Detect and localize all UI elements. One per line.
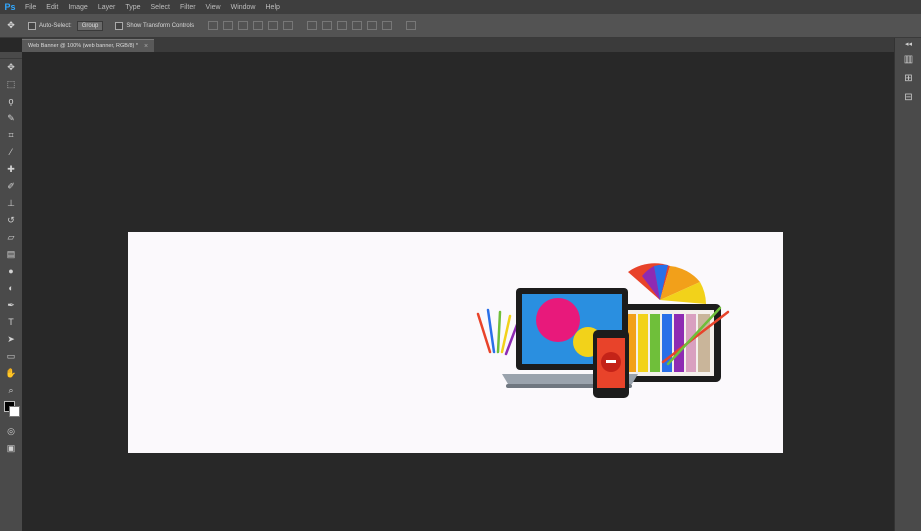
clone-stamp-tool-icon[interactable]: ⊥ (0, 195, 22, 212)
distribute-right-icon[interactable] (382, 21, 393, 30)
menu-image[interactable]: Image (63, 4, 92, 11)
canvas-document[interactable] (128, 232, 783, 453)
smartphone-icon (593, 330, 629, 398)
align-buttons (208, 21, 294, 30)
menu-help[interactable]: Help (261, 4, 285, 11)
crop-tool-icon[interactable]: ⌗ (0, 127, 22, 144)
checkbox-box[interactable] (115, 21, 124, 30)
options-bar: ✥ Auto-Select: Group Show Transform Cont… (0, 14, 921, 38)
blur-tool-icon[interactable]: ● (0, 263, 22, 280)
distribute-bottom-icon[interactable] (337, 21, 348, 30)
screen-mode-icon[interactable]: ▣ (0, 440, 22, 457)
devices-illustration (476, 263, 730, 398)
document-tab[interactable]: Web Banner @ 100% (web banner, RGB/8) * … (22, 39, 155, 52)
path-selection-tool-icon[interactable]: ➤ (0, 331, 22, 348)
menu-window[interactable]: Window (226, 4, 261, 11)
menu-type[interactable]: Type (120, 4, 145, 11)
eyedropper-tool-icon[interactable]: ⁄ (0, 144, 22, 161)
align-left-icon[interactable] (253, 21, 264, 30)
menu-layer[interactable]: Layer (93, 4, 121, 11)
distribute-center-icon[interactable] (367, 21, 378, 30)
pen-tool-icon[interactable]: ✒ (0, 297, 22, 314)
close-icon[interactable]: × (144, 43, 148, 50)
tools-panel: ✥ ⬚ ϙ ✎ ⌗ ⁄ ✚ ✐ ⊥ ↺ ▱ ▤ ● ◐ ✒ T ➤ ▭ ✋ ⌕ … (0, 52, 23, 531)
menu-view[interactable]: View (201, 4, 226, 11)
auto-align-icon[interactable] (406, 21, 417, 30)
dodge-tool-icon[interactable]: ◐ (0, 280, 22, 297)
document-tab-title: Web Banner @ 100% (web banner, RGB/8) * (28, 43, 139, 49)
zoom-tool-icon[interactable]: ⌕ (0, 382, 22, 399)
transform-controls-label: Show Transform Controls (126, 22, 195, 29)
photoshop-logo: Ps (4, 2, 16, 12)
background-color-swatch[interactable] (9, 406, 20, 417)
menu-filter[interactable]: Filter (175, 4, 201, 11)
move-tool-icon[interactable]: ✥ (0, 20, 22, 31)
menu-select[interactable]: Select (146, 4, 175, 11)
type-tool-icon[interactable]: T (0, 314, 22, 331)
eraser-tool-icon[interactable]: ▱ (0, 229, 22, 246)
lasso-tool-icon[interactable]: ϙ (0, 93, 22, 110)
right-panel-dock: ◂◂ ▥ ⊞ ⊟ (894, 38, 921, 531)
align-center-icon[interactable] (268, 21, 279, 30)
hand-tool-icon[interactable]: ✋ (0, 365, 22, 382)
menu-edit[interactable]: Edit (41, 4, 63, 11)
color-swatches (0, 399, 22, 423)
quick-mask-icon[interactable]: ◎ (0, 423, 22, 440)
healing-brush-tool-icon[interactable]: ✚ (0, 161, 22, 178)
shape-tool-icon[interactable]: ▭ (0, 348, 22, 365)
transform-controls-checkbox[interactable]: Show Transform Controls (115, 21, 195, 30)
quick-selection-tool-icon[interactable]: ✎ (0, 110, 22, 127)
align-bottom-icon[interactable] (238, 21, 249, 30)
distribute-buttons (307, 21, 393, 30)
align-middle-icon[interactable] (223, 21, 234, 30)
menu-bar: Ps File Edit Image Layer Type Select Fil… (0, 0, 921, 14)
auto-align-group (406, 21, 417, 30)
history-brush-tool-icon[interactable]: ↺ (0, 212, 22, 229)
menu-file[interactable]: File (20, 4, 41, 11)
auto-select-dropdown[interactable]: Group (76, 20, 104, 31)
brush-tool-icon[interactable]: ✐ (0, 178, 22, 195)
properties-panel-icon[interactable]: ⊞ (895, 69, 921, 88)
align-right-icon[interactable] (283, 21, 294, 30)
auto-select-label: Auto-Select: (39, 22, 72, 29)
checkbox-box[interactable] (28, 21, 36, 30)
move-tool-icon[interactable]: ✥ (0, 59, 22, 76)
distribute-left-icon[interactable] (352, 21, 363, 30)
marquee-tool-icon[interactable]: ⬚ (0, 76, 22, 93)
panel-grip[interactable] (0, 52, 22, 59)
gradient-tool-icon[interactable]: ▤ (0, 246, 22, 263)
history-panel-icon[interactable]: ▥ (895, 50, 921, 69)
adjustments-panel-icon[interactable]: ⊟ (895, 88, 921, 107)
document-tab-bar: Web Banner @ 100% (web banner, RGB/8) * … (22, 38, 894, 52)
align-top-icon[interactable] (208, 21, 219, 30)
expand-panels-icon[interactable]: ◂◂ (895, 38, 921, 50)
color-fan-icon (628, 263, 706, 304)
distribute-middle-icon[interactable] (322, 21, 333, 30)
distribute-top-icon[interactable] (307, 21, 318, 30)
auto-select-checkbox[interactable]: Auto-Select: (28, 21, 72, 30)
